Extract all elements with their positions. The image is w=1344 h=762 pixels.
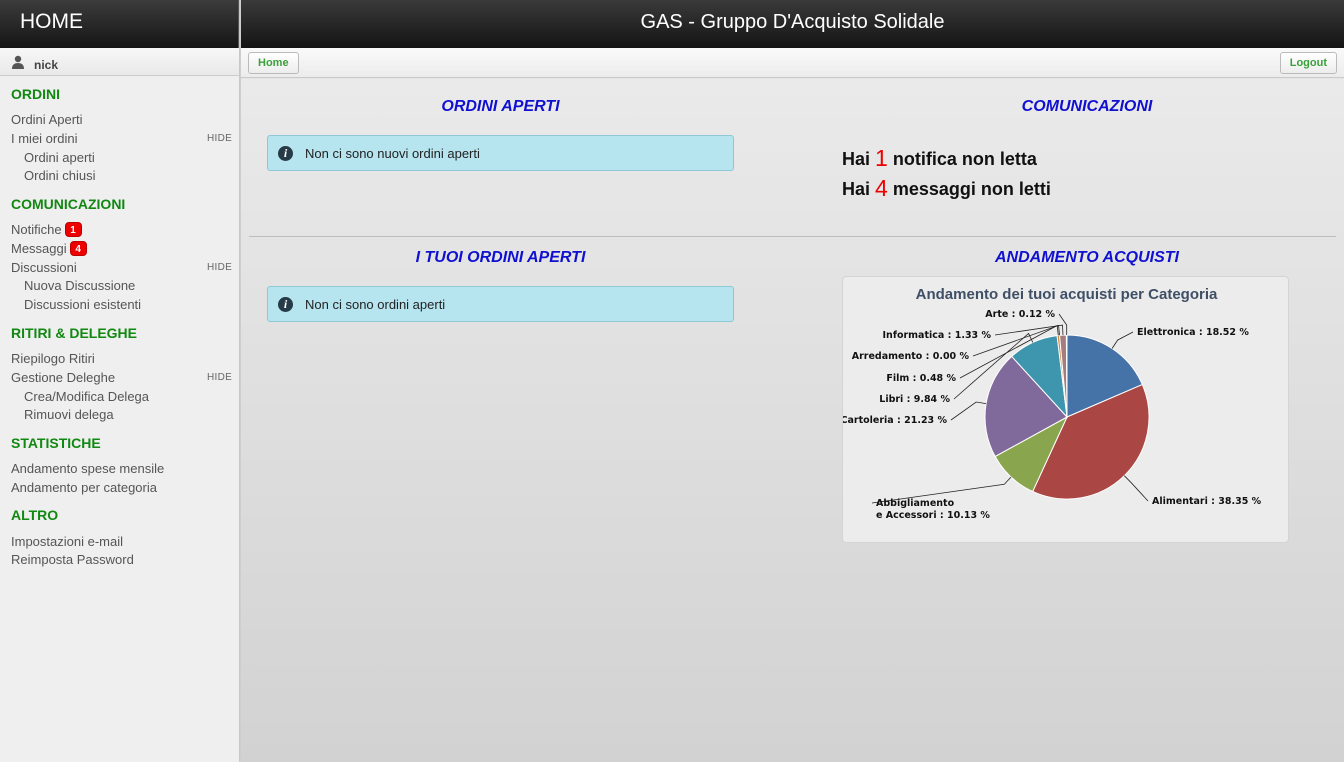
menu-notifiche-label: Notifiche	[11, 222, 62, 237]
menu-impostazioni-email[interactable]: Impostazioni e-mail	[11, 534, 123, 549]
hide-miei-ordini-button[interactable]: HIDE	[207, 133, 232, 144]
section-ritiri-deleghe: RITIRI & DELEGHE	[11, 325, 138, 341]
app-title: GAS - Gruppo D'Acquisto Solidale	[241, 0, 1344, 48]
pie-label-1: Alimentari : 38.35 %	[1152, 496, 1262, 507]
nav-bar: Home Logout	[241, 48, 1344, 78]
section-ordini: ORDINI	[11, 86, 60, 102]
section-statistiche: STATISTICHE	[11, 435, 101, 451]
hide-discussioni-button[interactable]: HIDE	[207, 262, 232, 273]
pie-connector-0	[1111, 331, 1134, 349]
main-content: ORDINI APERTI i Non ci sono nuovi ordini…	[241, 79, 1344, 762]
notifiche-count: 1	[875, 145, 888, 171]
menu-discussioni-esistenti[interactable]: Discussioni esistenti	[24, 297, 141, 312]
menu-rimuovi-delega[interactable]: Rimuovi delega	[24, 407, 114, 422]
home-button[interactable]: Home	[248, 52, 299, 74]
user-bar: nick	[0, 48, 239, 76]
notifiche-suffix: notifica non letta	[892, 149, 1037, 169]
comunicazioni-title: COMUNICAZIONI	[1021, 98, 1153, 115]
pie-label-4: Cartoleria : 21.23 %	[843, 415, 947, 426]
pie-label-5: Libri : 9.84 %	[879, 394, 950, 405]
notifiche-summary[interactable]: Hai 1 notifica non letta	[842, 145, 1037, 172]
pie-connector-1	[1124, 475, 1149, 502]
menu-sub-ordini-aperti[interactable]: Ordini aperti	[24, 150, 95, 165]
messaggi-count: 4	[875, 175, 888, 201]
logout-button[interactable]: Logout	[1279, 52, 1337, 74]
menu-miei-ordini[interactable]: I miei ordini	[11, 131, 77, 146]
menu-messaggi-label: Messaggi	[11, 241, 67, 256]
sidebar: HOME nick ORDINI Ordini Aperti I miei or…	[0, 0, 240, 762]
ordini-aperti-title: ORDINI APERTI	[441, 98, 560, 115]
pie-label-0: Elettronica : 18.52 %	[1137, 327, 1249, 338]
menu-ordini-aperti[interactable]: Ordini Aperti	[11, 112, 83, 127]
menu-sub-ordini-chiusi[interactable]: Ordini chiusi	[24, 168, 96, 183]
pie-label-2: Abbigliamento	[876, 498, 955, 509]
andamento-title: ANDAMENTO ACQUISTI	[995, 249, 1179, 266]
pie-label-6: Film : 0.48 %	[886, 373, 956, 384]
home-title[interactable]: HOME	[0, 0, 239, 48]
section-comunicazioni: COMUNICAZIONI	[11, 196, 126, 212]
tuoi-ordini-info: i Non ci sono ordini aperti	[267, 286, 734, 322]
menu-riepilogo-ritiri[interactable]: Riepilogo Ritiri	[11, 351, 95, 366]
menu-reimposta-password[interactable]: Reimposta Password	[11, 552, 134, 567]
menu-nuova-discussione[interactable]: Nuova Discussione	[24, 278, 135, 293]
menu-notifiche[interactable]: Notifiche 1	[11, 222, 82, 237]
notifiche-prefix: Hai	[842, 149, 871, 169]
notifiche-count-badge: 1	[64, 222, 82, 237]
hide-gestione-deleghe-button[interactable]: HIDE	[207, 372, 232, 383]
pie-slice-8[interactable]	[1065, 334, 1068, 418]
pie-chart-svg: Elettronica : 18.52 % Alimentari : 38.35 …	[843, 309, 1262, 521]
menu-spese-mensile[interactable]: Andamento spese mensile	[11, 461, 164, 476]
menu-messaggi[interactable]: Messaggi 4	[11, 241, 87, 256]
menu-crea-modifica-delega[interactable]: Crea/Modifica Delega	[24, 389, 149, 404]
ordini-aperti-info: i Non ci sono nuovi ordini aperti	[267, 135, 734, 171]
ordini-aperti-message: Non ci sono nuovi ordini aperti	[305, 146, 480, 161]
pie-connector-3	[950, 401, 987, 421]
messaggi-prefix: Hai	[842, 179, 871, 199]
menu-per-categoria[interactable]: Andamento per categoria	[11, 480, 157, 495]
tuoi-ordini-title: I TUOI ORDINI APERTI	[415, 249, 586, 266]
section-altro: ALTRO	[11, 507, 59, 523]
info-icon: i	[278, 297, 293, 312]
tuoi-ordini-message: Non ci sono ordini aperti	[305, 297, 446, 312]
user-name: nick	[34, 58, 59, 72]
pie-label-8: Informatica : 1.33 %	[883, 330, 992, 341]
menu-gestione-deleghe[interactable]: Gestione Deleghe	[11, 370, 115, 385]
messaggi-count-badge: 4	[69, 241, 87, 256]
pie-label-9: Arte : 0.12 %	[985, 309, 1055, 320]
section-divider	[249, 236, 1336, 237]
info-icon: i	[278, 146, 293, 161]
pie-label-3: e Accessori : 10.13 %	[876, 510, 990, 521]
user-icon	[12, 55, 24, 69]
pie-label-7: Arredamento : 0.00 %	[852, 351, 970, 362]
messaggi-summary[interactable]: Hai 4 messaggi non letti	[842, 175, 1051, 202]
messaggi-suffix: messaggi non letti	[892, 179, 1051, 199]
menu-discussioni[interactable]: Discussioni	[11, 260, 77, 275]
pie-chart: Andamento dei tuoi acquisti per Categori…	[842, 276, 1289, 543]
